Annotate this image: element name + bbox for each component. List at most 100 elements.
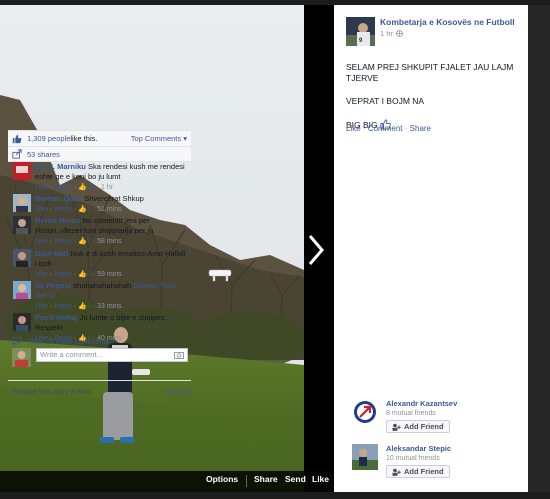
comment-footer: Like · Reply · 👍2 · 51 mins [35,204,187,215]
avatar[interactable] [13,281,31,299]
photo-actions: Options Share Send Like [206,474,329,488]
chevron-right-icon[interactable] [305,232,327,268]
dot-separator: · [96,184,100,191]
share-button[interactable]: Share [254,474,285,488]
comment-input[interactable]: Write a comment... [36,348,188,362]
add-friend-icon [392,468,401,476]
likes-count[interactable]: 1,309 people [27,134,70,143]
avatar[interactable] [13,194,31,212]
post-like-link[interactable]: Like [346,124,361,133]
avatar[interactable] [13,162,31,180]
comment-reply-link[interactable]: Reply [54,271,72,278]
dot-separator: · [73,271,77,278]
share-icon [12,149,22,159]
top-comments-dropdown[interactable]: Top Comments ▾ [131,134,187,143]
dot-separator: · [49,271,53,278]
dot-separator: · [49,184,53,191]
comment-footer: Like · Reply · 👍20 · 1 hr [35,182,187,193]
comment-item: Edi J. Marniku Ska rendesi kush me rende… [8,162,191,193]
send-button[interactable]: Send [285,474,312,488]
dot-separator: · [92,271,96,278]
add-friend-button[interactable]: Add Friend [386,465,450,478]
add-friend-button[interactable]: Add Friend [386,420,450,433]
comment-like-count[interactable]: 2 [87,271,91,278]
comment-like-count[interactable]: 2 [87,206,91,213]
comment-time[interactable]: 1 hr [101,184,113,191]
comment-author[interactable]: Neron Neron [35,216,80,225]
page-avatar[interactable]: 9 [346,17,375,46]
top-comments-label: Top Comments [130,134,182,143]
comment-author[interactable]: Daut Hoti [35,249,68,258]
comment-bubble-icon [12,337,22,346]
avatar[interactable] [13,249,31,267]
pymk-person: Aleksandar Stepic 10 mutual friends Add … [352,444,451,478]
comment-time[interactable]: 58 mins [97,238,122,245]
dot-separator: · [362,124,366,133]
post-comment-link[interactable]: Comment [368,124,403,133]
likes-row: 1,309 people like this. Top Comments ▾ [8,131,191,146]
comment-reply-link[interactable]: Reply [54,303,72,310]
divider [246,475,247,487]
comment-text: ahahahahahahah [72,281,134,290]
comment-author[interactable]: Burhan QaiLi [35,194,82,203]
comment-reply-link[interactable]: Reply [54,238,72,245]
comment-like-link[interactable]: Like [35,303,48,310]
globe-icon [396,30,403,37]
post-actions: Like · Comment · Share [346,124,431,133]
comment-time[interactable]: 33 mins [97,303,122,310]
comment-author[interactable]: Petrit Mehaj [35,313,78,322]
comment-author[interactable]: Edi J. Marniku [35,162,86,171]
mutual-friends[interactable]: 10 mutual friends [386,454,451,463]
see-all-link[interactable]: See All [166,387,189,396]
comment-item: Neron Neron No comenttt jeni per Histori… [8,216,191,247]
add-friend-label: Add Friend [404,422,444,431]
comment-like-link[interactable]: Like [35,238,48,245]
chevron-down-icon: ▾ [183,134,187,143]
avatar[interactable] [352,399,378,425]
comment-item: Burhan QaiLi Shvercerat Shkup Like · Rep… [8,194,191,215]
shares-row[interactable]: 53 shares [8,147,191,161]
add-friend-icon [392,423,401,431]
post-time[interactable]: 1 hr [380,28,515,39]
dot-separator: · [92,238,96,245]
scrollbar[interactable] [528,5,550,492]
thumbs-up-icon [12,134,22,143]
comment-like-count[interactable]: 20 [87,184,95,191]
post-header: 9 Kombetarja e Kosovës ne Futboll 1 hr [346,17,515,46]
view-more-comments[interactable]: View 20 more comments [12,336,109,346]
comment-like-link[interactable]: Like [35,206,48,213]
comment-like-count[interactable]: 1 [87,303,91,310]
dot-separator: · [73,238,77,245]
thumbs-up-icon: 👍 [78,303,87,310]
post-time-label: 1 hr [380,29,393,38]
avatar[interactable] [352,444,378,470]
comment-like-count[interactable]: 2 [87,238,91,245]
mutual-friends[interactable]: 8 mutual friends [386,409,457,418]
dot-separator: · [49,303,53,310]
dot-separator: · [49,206,53,213]
options-button[interactable]: Options [206,474,246,488]
comment-like-link[interactable]: Like [35,184,48,191]
avatar[interactable] [13,313,31,331]
likes-box: 1,309 people like this. Top Comments ▾ 5… [8,130,191,162]
comment-like-link[interactable]: Like [35,271,48,278]
comment-reply-link[interactable]: Reply [54,184,72,191]
thumbs-up-icon: 👍 [78,206,87,213]
person-name[interactable]: Aleksandar Stepic [386,444,451,454]
comment-input-placeholder: Write a comment... [40,350,103,359]
comment-footer: Like · Reply · 👍2 · 59 mins [35,269,187,280]
comment-author[interactable]: Ilir Peposi [35,281,71,290]
post-share-link[interactable]: Share [410,124,431,133]
person-name[interactable]: Alexandr Kazantsev [386,399,457,409]
dot-separator: · [404,124,408,133]
comment-text: Shvercerat Shkup [84,194,144,203]
thumbs-up-icon: 👍 [78,238,87,245]
thumbs-up-icon: 👍 [78,271,87,278]
comment-reply-link[interactable]: Reply [54,206,72,213]
page-name[interactable]: Kombetarja e Kosovës ne Futboll [380,17,515,28]
comment-time[interactable]: 51 mins [97,206,122,213]
avatar[interactable] [13,216,31,234]
like-button[interactable]: Like [312,474,329,488]
camera-icon[interactable] [174,351,184,359]
comment-time[interactable]: 59 mins [97,271,122,278]
